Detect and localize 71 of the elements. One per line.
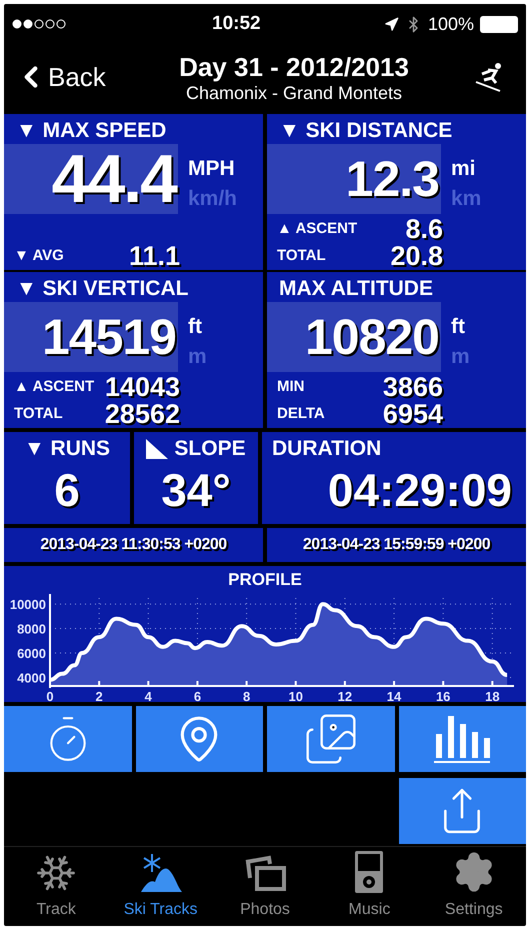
axis-label: 6000 xyxy=(17,646,46,661)
signal-icon xyxy=(12,19,68,29)
axis-label: 10 xyxy=(288,689,303,704)
photos-button[interactable] xyxy=(267,706,394,772)
runs-title: ▼ RUNS xyxy=(24,436,110,459)
stat-value: 28562 xyxy=(104,401,180,428)
bars-button[interactable] xyxy=(398,706,526,772)
stat-value: 6954 xyxy=(382,401,443,428)
battery-icon xyxy=(480,16,518,32)
page-title: Day 31 - 2012/2013 xyxy=(179,51,409,83)
end-time: 2013-04-23 15:59:59 +0200 xyxy=(302,535,490,555)
start-time: 2013-04-23 11:30:53 +0200 xyxy=(40,535,227,555)
stat-value: 3866 xyxy=(382,374,443,401)
stat-value: 11.1 xyxy=(128,243,180,270)
back-button[interactable]: Back xyxy=(14,58,124,96)
slope-triangle-icon xyxy=(146,438,168,458)
stat-label: ▲ ASCENT xyxy=(276,219,358,240)
tab-bar-item[interactable]: Settings xyxy=(422,847,526,926)
axis-label: 2 xyxy=(96,689,103,704)
bar-chart-icon xyxy=(433,714,492,764)
unit-option[interactable]: ft xyxy=(188,312,207,342)
axis-label: 0 xyxy=(46,689,54,704)
axis-label: 8000 xyxy=(17,622,46,637)
slope-title: SLOPE xyxy=(174,438,246,459)
battery-percent: 100% xyxy=(428,12,474,36)
stat-label: MIN xyxy=(276,377,304,398)
chart-title: PROFILE xyxy=(228,569,302,590)
tab-bar-item[interactable]: Photos xyxy=(212,847,318,926)
metric-title: ▼ SKI VERTICAL xyxy=(15,276,190,302)
stopwatch-button[interactable] xyxy=(4,706,132,772)
map-button[interactable] xyxy=(136,706,263,772)
metric-value: 44.4 xyxy=(52,145,176,213)
runs-value: 6 xyxy=(54,467,80,513)
duration-value: 04:29:09 xyxy=(328,467,513,513)
metric-value: 10820 xyxy=(304,312,439,362)
axis-label: 6 xyxy=(194,689,202,704)
mountain-snowflake-icon xyxy=(138,852,183,894)
status-time: 10:52 xyxy=(212,12,261,36)
axis-label: 4 xyxy=(144,689,152,704)
stat-label: ▲ ASCENT xyxy=(13,377,94,398)
axis-label: 14 xyxy=(386,689,402,704)
tab-bar-item[interactable]: Ski Tracks xyxy=(108,847,213,926)
axis-label: 18 xyxy=(485,689,500,704)
axis-label: 12 xyxy=(338,689,352,704)
stat-value: 8.6 xyxy=(405,216,443,243)
axis-label: 4000 xyxy=(17,670,46,686)
unit-option[interactable]: ft xyxy=(451,312,470,342)
stat-label: TOTAL xyxy=(276,246,326,266)
music-player-icon xyxy=(354,850,384,894)
slope-value: 34° xyxy=(161,467,231,513)
unit-option[interactable]: MPH xyxy=(188,154,238,184)
duration-title: DURATION xyxy=(271,436,382,459)
unit-option[interactable]: mi xyxy=(451,154,482,184)
metric-title: MAX ALTITUDE xyxy=(278,276,434,302)
stat-label: TOTAL xyxy=(13,404,63,424)
metric-value: 14519 xyxy=(42,312,176,362)
share-button[interactable] xyxy=(398,778,526,844)
axis-label: 10000 xyxy=(10,597,46,612)
axis-label: 8 xyxy=(242,689,250,704)
metric-title: ▼ SKI DISTANCE xyxy=(278,118,454,144)
location-icon xyxy=(384,16,399,32)
page-subtitle: Chamonix - Grand Montets xyxy=(186,83,402,103)
stat-value: 14043 xyxy=(104,374,180,401)
stat-label: ▼ AVG xyxy=(13,246,64,266)
tab-bar-item[interactable]: Track xyxy=(4,847,108,926)
stat-label: DELTA xyxy=(276,404,325,424)
tab-bar-item[interactable]: Music xyxy=(317,847,422,926)
axis-label: 16 xyxy=(436,689,450,704)
metric-title: ▼ MAX SPEED xyxy=(15,118,168,144)
stat-value: 20.8 xyxy=(390,243,443,270)
metric-value: 12.3 xyxy=(346,154,439,204)
